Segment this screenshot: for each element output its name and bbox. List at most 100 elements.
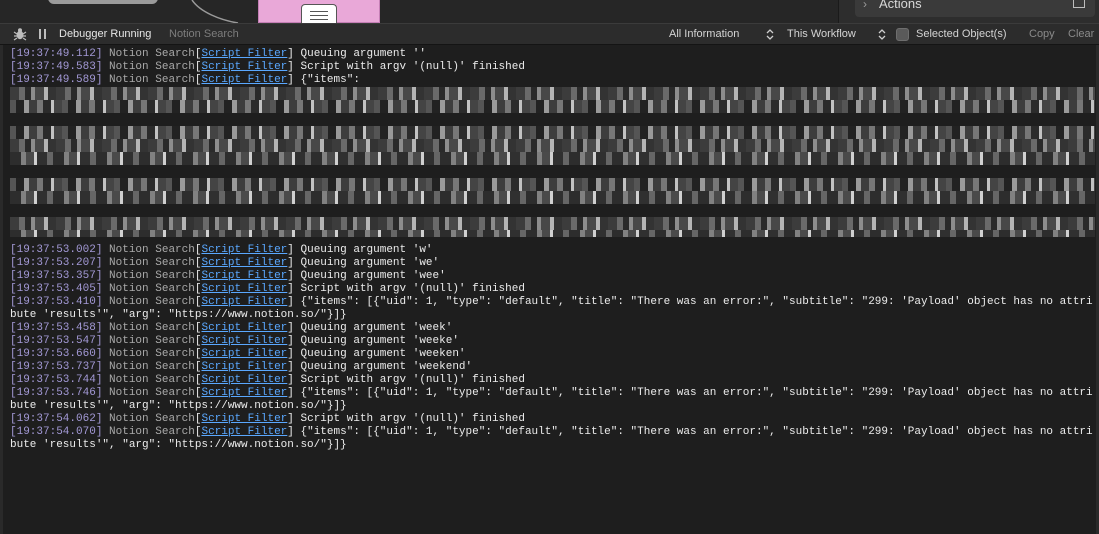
log-source: Notion Search — [109, 413, 195, 425]
script-filter-link[interactable]: Script Filter — [201, 361, 287, 373]
script-filter-link[interactable]: Script Filter — [201, 335, 287, 347]
log-source: Notion Search — [109, 335, 195, 347]
log-message: Queuing argument 'weekend' — [293, 361, 473, 373]
log-bracket: ] — [287, 257, 294, 269]
log-source: Notion Search — [109, 244, 195, 256]
log-message: {"items": — [293, 74, 360, 86]
script-filter-link[interactable]: Script Filter — [201, 296, 287, 308]
log-level-select[interactable]: All Information — [669, 28, 739, 40]
script-filter-link[interactable]: Script Filter — [201, 257, 287, 269]
log-source: Notion Search — [109, 48, 195, 60]
log-bracket: ] — [287, 74, 294, 86]
actions-title: Actions — [879, 0, 922, 11]
script-filter-link[interactable]: Script Filter — [201, 74, 287, 86]
chevron-updown-icon[interactable] — [878, 28, 886, 41]
copy-button[interactable]: Copy — [1029, 28, 1055, 40]
log-line: [19:37:54.070] Notion Search[Script Filt… — [10, 426, 1095, 452]
log-message: Script with argv '(null)' finished — [293, 283, 525, 295]
clear-button[interactable]: Clear — [1068, 28, 1094, 40]
log-message: Queuing argument 'wee' — [293, 270, 446, 282]
script-filter-link[interactable]: Script Filter — [201, 244, 287, 256]
log-line: [19:37:53.207] Notion Search[Script Filt… — [10, 257, 1095, 270]
workflow-canvas: › Actions — [0, 0, 1099, 23]
log-timestamp: [19:37:49.589] — [10, 74, 103, 86]
log-line: [19:37:53.547] Notion Search[Script Filt… — [10, 335, 1095, 348]
log-source: Notion Search — [109, 361, 195, 373]
script-filter-link[interactable]: Script Filter — [201, 387, 287, 399]
document-icon — [301, 4, 337, 23]
script-filter-link[interactable]: Script Filter — [201, 270, 287, 282]
log-timestamp: [19:37:53.744] — [10, 374, 103, 386]
log-bracket: ] — [287, 387, 294, 399]
workflow-name: Notion Search — [169, 28, 239, 40]
script-filter-link[interactable]: Script Filter — [201, 413, 287, 425]
log-timestamp: [19:37:53.357] — [10, 270, 103, 282]
log-bracket: ] — [287, 335, 294, 347]
log-timestamp: [19:37:53.002] — [10, 244, 103, 256]
log-line: [19:37:53.405] Notion Search[Script Filt… — [10, 283, 1095, 296]
log-bracket: ] — [287, 296, 294, 308]
chevron-right-icon: › — [863, 0, 867, 11]
log-bracket: ] — [287, 426, 294, 438]
log-line: [19:37:49.583] Notion Search[Script Filt… — [10, 61, 1095, 74]
log-timestamp: [19:37:49.112] — [10, 48, 103, 60]
log-bracket: ] — [287, 322, 294, 334]
log-source: Notion Search — [109, 61, 195, 73]
workflow-node-selected[interactable] — [258, 0, 380, 23]
redacted-output — [10, 87, 1095, 237]
log-message: Queuing argument 'w' — [293, 244, 433, 256]
panel-icon[interactable] — [1073, 0, 1085, 8]
log-source: Notion Search — [109, 374, 195, 386]
log-source: Notion Search — [109, 387, 195, 399]
log-timestamp: [19:37:53.547] — [10, 335, 103, 347]
log-timestamp: [19:37:53.207] — [10, 257, 103, 269]
log-message: Queuing argument 'weeke' — [293, 335, 459, 347]
log-message: Script with argv '(null)' finished — [293, 374, 525, 386]
log-source: Notion Search — [109, 348, 195, 360]
debug-log[interactable]: [19:37:49.112] Notion Search[Script Filt… — [0, 45, 1099, 534]
log-source: Notion Search — [109, 322, 195, 334]
selected-objects-checkbox[interactable] — [896, 28, 909, 41]
log-line: [19:37:53.737] Notion Search[Script Filt… — [10, 361, 1095, 374]
log-bracket: ] — [287, 61, 294, 73]
script-filter-link[interactable]: Script Filter — [201, 426, 287, 438]
log-line: [19:37:53.458] Notion Search[Script Filt… — [10, 322, 1095, 335]
log-timestamp: [19:37:53.660] — [10, 348, 103, 360]
script-filter-link[interactable]: Script Filter — [201, 374, 287, 386]
workflow-node[interactable] — [48, 0, 158, 4]
log-source: Notion Search — [109, 270, 195, 282]
log-bracket: ] — [287, 48, 294, 60]
debugger-toolbar: Debugger Running Notion Search All Infor… — [0, 23, 1099, 45]
debugger-status: Debugger Running — [59, 28, 152, 40]
log-message: Queuing argument 'week' — [293, 322, 453, 334]
log-bracket: ] — [287, 270, 294, 282]
script-filter-link[interactable]: Script Filter — [201, 61, 287, 73]
log-bracket: ] — [287, 283, 294, 295]
log-timestamp: [19:37:53.737] — [10, 361, 103, 373]
log-message: Queuing argument '' — [293, 48, 426, 60]
log-line: [19:37:53.410] Notion Search[Script Filt… — [10, 296, 1095, 322]
log-timestamp: [19:37:54.062] — [10, 413, 103, 425]
log-message: Script with argv '(null)' finished — [293, 413, 525, 425]
log-line: [19:37:49.112] Notion Search[Script Filt… — [10, 48, 1095, 61]
log-timestamp: [19:37:53.405] — [10, 283, 103, 295]
script-filter-link[interactable]: Script Filter — [201, 283, 287, 295]
log-message: Queuing argument 'we' — [293, 257, 440, 269]
log-bracket: ] — [287, 413, 294, 425]
script-filter-link[interactable]: Script Filter — [201, 322, 287, 334]
scope-select[interactable]: This Workflow — [787, 28, 856, 40]
log-source: Notion Search — [109, 257, 195, 269]
bug-icon[interactable] — [13, 27, 27, 41]
connection-line — [191, 0, 239, 23]
log-bracket: ] — [287, 374, 294, 386]
chevron-updown-icon[interactable] — [766, 28, 774, 41]
script-filter-link[interactable]: Script Filter — [201, 348, 287, 360]
actions-panel: › Actions — [838, 0, 1099, 23]
selected-objects-label: Selected Object(s) — [916, 28, 1007, 40]
log-source: Notion Search — [109, 296, 195, 308]
actions-header[interactable]: › Actions — [855, 0, 1095, 17]
log-timestamp: [19:37:53.746] — [10, 387, 103, 399]
pause-icon[interactable] — [39, 29, 46, 39]
script-filter-link[interactable]: Script Filter — [201, 48, 287, 60]
log-bracket: ] — [287, 244, 294, 256]
